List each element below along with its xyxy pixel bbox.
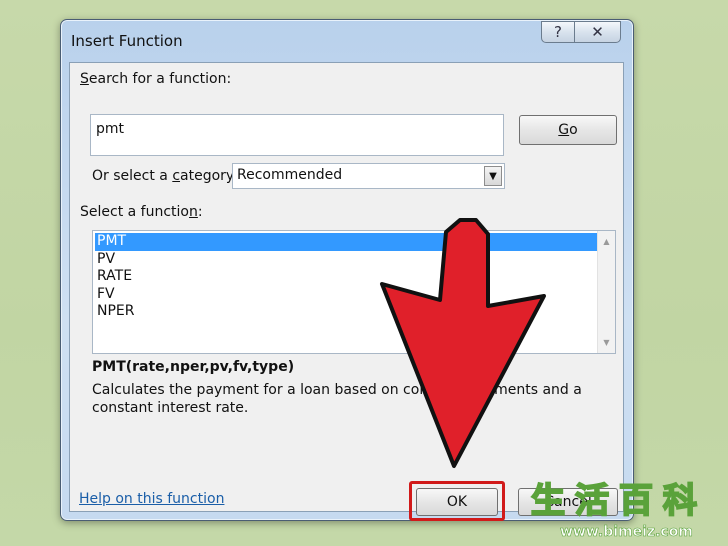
close-button[interactable]: ✕ [575,21,621,43]
list-item[interactable]: FV [95,286,597,304]
dialog-title: Insert Function [71,32,183,50]
watermark-char: 生 [530,481,566,521]
watermark: 生 活 百 科 www.bimeiz.com [524,481,728,546]
ok-highlight-box [409,481,505,521]
close-icon: ✕ [591,23,604,41]
function-list[interactable]: PMT PV RATE FV NPER ▲ ▼ [92,230,616,354]
function-list-scrollbar[interactable]: ▲ ▼ [597,231,615,353]
list-item[interactable]: PV [95,251,597,269]
search-label: Search for a function: [80,71,232,87]
watermark-url: www.bimeiz.com [560,524,694,541]
watermark-chars: 生 活 百 科 [530,481,698,521]
dropdown-arrow-icon[interactable]: ▼ [484,166,502,186]
category-selected-value: Recommended [237,167,343,183]
list-item[interactable]: PMT [95,233,597,251]
dialog-body: Search for a function: pmt Go Or select … [69,62,624,521]
go-button[interactable]: Go [519,115,617,145]
list-item[interactable]: NPER [95,303,597,321]
search-input[interactable]: pmt [90,114,504,156]
function-list-label: Select a function: [80,204,203,220]
function-list-items: PMT PV RATE FV NPER [95,233,597,321]
help-button[interactable]: ? [541,21,575,43]
category-select[interactable]: Recommended ▼ [232,163,505,189]
watermark-char: 科 [662,481,698,521]
scroll-up-icon[interactable]: ▲ [598,233,615,250]
title-bar[interactable]: Insert Function ? ✕ [61,20,633,60]
insert-function-dialog: Insert Function ? ✕ Search for a functio… [60,19,634,521]
list-item[interactable]: RATE [95,268,597,286]
function-description: Calculates the payment for a loan based … [92,382,582,416]
help-on-function-link[interactable]: Help on this function [79,491,224,507]
help-icon: ? [554,23,562,41]
watermark-char: 活 [574,481,610,521]
category-label: Or select a category: [92,168,238,184]
watermark-char: 百 [618,481,654,521]
function-signature: PMT(rate,nper,pv,fv,type) [92,359,295,375]
scroll-down-icon[interactable]: ▼ [598,334,615,351]
caption-buttons: ? ✕ [541,21,621,43]
